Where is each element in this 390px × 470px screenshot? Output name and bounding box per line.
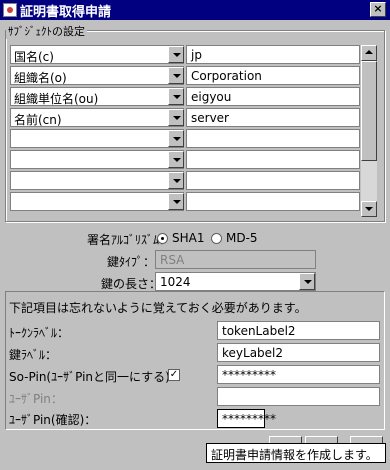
chevron-down-icon[interactable]: [168, 193, 184, 210]
radio-sha1-label[interactable]: SHA1: [172, 231, 204, 245]
attribute-value-input[interactable]: [186, 129, 360, 148]
radio-md5[interactable]: [211, 233, 222, 244]
scroll-down-icon[interactable]: [361, 201, 377, 217]
attribute-dropdown[interactable]: 組織名(o): [10, 66, 184, 85]
title-bar: 証明書取得申請 ×: [0, 0, 390, 20]
subject-row: 組織名(o) Corporation: [10, 66, 360, 85]
token-label-input[interactable]: tokenLabel2: [217, 321, 380, 340]
attribute-dropdown[interactable]: [10, 129, 184, 148]
subject-row: 組織単位名(ou) eigyou: [10, 87, 360, 106]
chevron-down-icon[interactable]: [168, 151, 184, 168]
app-icon: [3, 3, 17, 17]
radio-md5-label[interactable]: MD-5: [226, 231, 258, 245]
chevron-down-icon[interactable]: [168, 130, 184, 147]
attribute-value-input[interactable]: [186, 150, 360, 169]
notice-text: 下記項目は忘れないように覚えておく必要があります。: [9, 301, 307, 315]
attribute-dropdown[interactable]: 名前(cn): [10, 108, 184, 127]
attribute-value-input[interactable]: eigyou: [186, 87, 360, 106]
subject-row: 名前(cn) server: [10, 108, 360, 127]
key-length-value: 1024: [160, 275, 191, 289]
so-pin-input[interactable]: *********: [217, 365, 380, 384]
window-title: 証明書取得申請: [20, 4, 112, 20]
subject-row: [10, 192, 360, 211]
attribute-dropdown[interactable]: [10, 171, 184, 190]
attribute-dropdown-value: 組織名(o): [14, 71, 67, 85]
chevron-down-icon[interactable]: [168, 109, 184, 126]
subject-scrollbar[interactable]: [361, 45, 377, 217]
key-length-label: 鍵の長さ：: [101, 277, 162, 291]
so-pin-label: So-Pin(ﾕｰｻﾞPinと同一にする): [9, 370, 170, 384]
subject-row: [10, 171, 360, 190]
subject-row: [10, 129, 360, 148]
attribute-dropdown[interactable]: 組織単位名(ou): [10, 87, 184, 106]
key-label-label: 鍵ﾗﾍﾞﾙ：: [9, 348, 58, 362]
attribute-value-input[interactable]: Corporation: [186, 66, 360, 85]
user-pin-input[interactable]: [217, 387, 380, 406]
scroll-up-icon[interactable]: [361, 45, 377, 61]
same-as-user-pin-checkbox[interactable]: ✓: [168, 369, 180, 381]
close-button[interactable]: ×: [370, 2, 386, 17]
user-pin-confirm-label: ﾕｰｻﾞPin(確認)：: [9, 413, 97, 427]
chevron-down-icon[interactable]: [168, 67, 184, 84]
attribute-dropdown-value: 組織単位名(ou): [14, 92, 99, 106]
tooltip: 証明書申請情報を作成します。: [206, 443, 386, 463]
user-pin-label: ﾕｰｻﾞPin：: [9, 392, 63, 406]
subject-grid: 国名(c) jp 組織名(o) Corporation 組織単位名(ou) ei…: [10, 45, 360, 217]
chevron-down-icon[interactable]: [299, 273, 315, 290]
chevron-down-icon[interactable]: [168, 88, 184, 105]
attribute-dropdown[interactable]: 国名(c): [10, 45, 184, 64]
attribute-value-input[interactable]: [186, 192, 360, 211]
attribute-value-input[interactable]: server: [186, 108, 360, 127]
attribute-value-input[interactable]: [186, 171, 360, 190]
scroll-thumb[interactable]: [361, 61, 377, 161]
key-label-input[interactable]: keyLabel2: [217, 343, 380, 362]
chevron-down-icon[interactable]: [168, 46, 184, 63]
chevron-down-icon[interactable]: [168, 172, 184, 189]
attribute-dropdown[interactable]: [10, 150, 184, 169]
attribute-dropdown-value: 国名(c): [14, 50, 54, 64]
key-length-select[interactable]: 1024: [155, 272, 316, 291]
key-type-field: RSA: [155, 250, 316, 269]
subject-group-title: ｻﾌﾞｼﾞｪｸﾄの設定: [6, 23, 87, 39]
subject-row: [10, 150, 360, 169]
attribute-dropdown-value: 名前(cn): [14, 113, 62, 127]
attribute-value-input[interactable]: jp: [186, 45, 360, 64]
radio-sha1[interactable]: [157, 233, 168, 244]
key-type-label: 鍵ﾀｲﾌﾟ：: [107, 255, 156, 269]
token-label-label: ﾄｰｸﾝﾗﾍﾞﾙ：: [9, 326, 70, 340]
attribute-dropdown[interactable]: [10, 192, 184, 211]
subject-row: 国名(c) jp: [10, 45, 360, 64]
user-pin-confirm-input[interactable]: *********: [217, 409, 276, 428]
